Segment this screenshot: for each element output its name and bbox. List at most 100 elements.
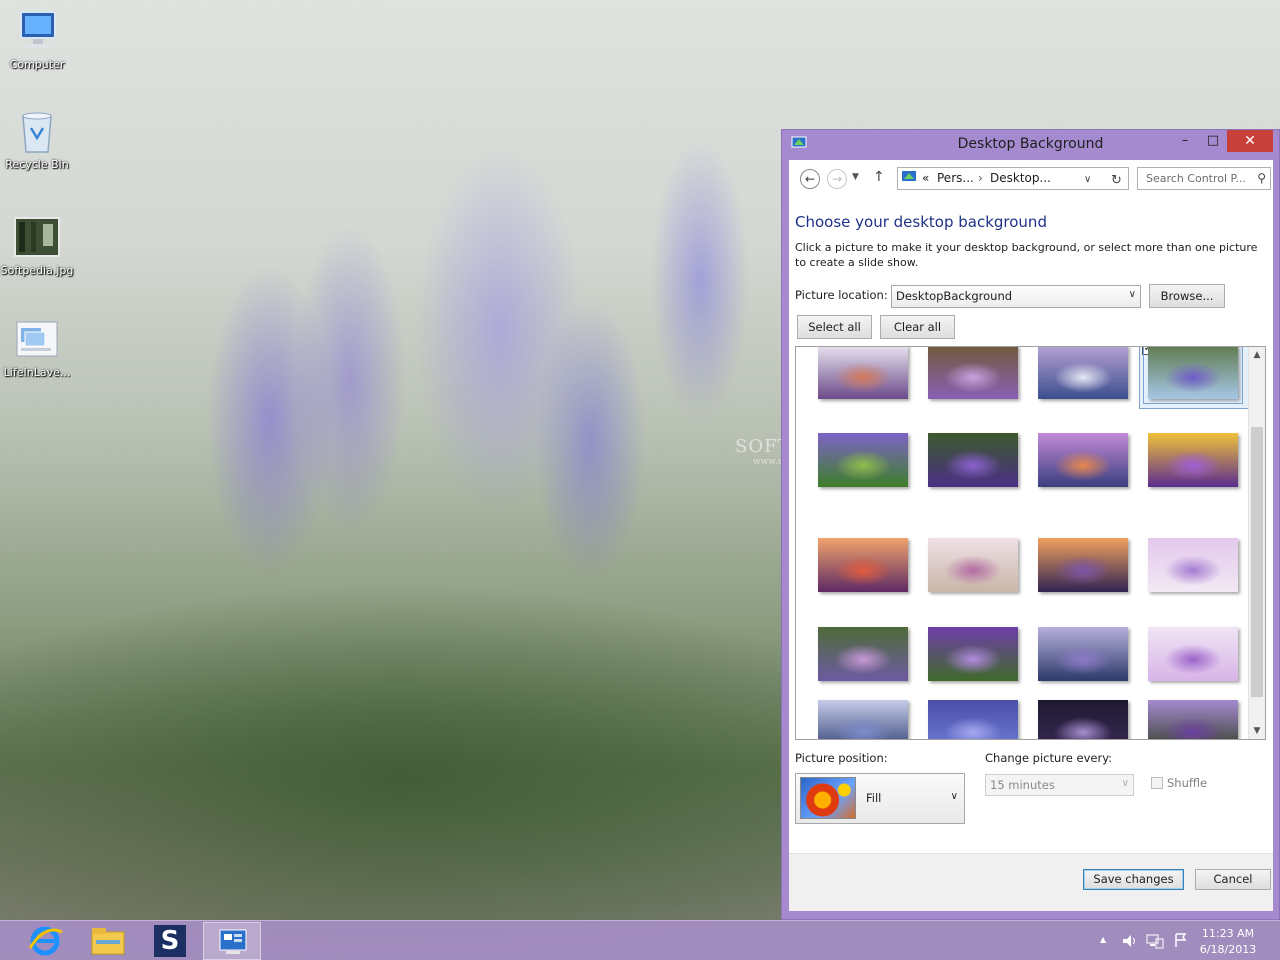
- desktop-icon-theme-file[interactable]: LifeInLave...: [0, 318, 74, 379]
- wallpaper-thumbnail[interactable]: [928, 627, 1018, 681]
- recent-locations-dropdown[interactable]: ▼: [852, 172, 859, 182]
- title-bar[interactable]: Desktop Background – □ ✕: [782, 130, 1279, 160]
- wallpaper-thumbnail[interactable]: [928, 347, 1018, 399]
- chevron-down-icon: ▼: [852, 172, 859, 182]
- network-icon[interactable]: [1146, 933, 1164, 952]
- wallpaper-thumbnail[interactable]: [1038, 433, 1128, 487]
- theme-file-icon: [13, 318, 61, 362]
- picture-position-label: Picture position:: [795, 751, 888, 765]
- internet-explorer-icon: [28, 926, 63, 956]
- address-overflow[interactable]: «: [922, 171, 929, 185]
- desktop-icon-softpedia-jpg[interactable]: Softpedia.jpg: [0, 216, 74, 277]
- desktop-icon-computer[interactable]: Computer: [0, 10, 74, 71]
- minimize-button[interactable]: –: [1171, 130, 1199, 152]
- chevron-down-icon: ∨: [1121, 778, 1129, 789]
- softpedia-icon: S: [154, 925, 186, 957]
- breadcrumb-personalization[interactable]: Pers...: [937, 171, 974, 185]
- wallpaper-thumbnail[interactable]: [1038, 627, 1128, 681]
- desktop-background-window: Desktop Background – □ ✕ ← → ▼ ↑ « Pers.…: [781, 129, 1280, 920]
- desktop-icon-recycle-bin[interactable]: Recycle Bin: [0, 110, 74, 171]
- arrow-right-icon: →: [831, 172, 843, 186]
- browse-button[interactable]: Browse...: [1149, 284, 1225, 308]
- window-client-area: ← → ▼ ↑ « Pers... › Desktop... ∨ ↻ Searc…: [789, 160, 1273, 911]
- chevron-down-icon: ∨: [1084, 174, 1092, 185]
- shuffle-label: Shuffle: [1167, 776, 1208, 790]
- taskbar-control-panel[interactable]: [203, 922, 261, 960]
- image-file-icon: [13, 216, 61, 260]
- wallpaper-thumbnail[interactable]: [1148, 627, 1238, 681]
- file-explorer-icon: [91, 928, 125, 955]
- gallery-scrollbar[interactable]: ▲ ▼: [1248, 347, 1265, 739]
- cancel-button[interactable]: Cancel: [1195, 869, 1271, 890]
- select-all-button[interactable]: Select all: [797, 315, 872, 339]
- change-picture-label: Change picture every:: [985, 751, 1113, 765]
- taskbar: S ▲ 11:23 AM 6/18/2013: [0, 920, 1280, 960]
- control-panel-small-icon: [901, 170, 917, 187]
- wallpaper-thumbnail[interactable]: [928, 538, 1018, 592]
- back-button[interactable]: ←: [800, 169, 820, 189]
- computer-icon: [13, 10, 61, 54]
- arrow-up-icon: ↑: [873, 169, 885, 185]
- volume-icon[interactable]: [1121, 933, 1137, 952]
- wallpaper-thumbnail[interactable]: [928, 700, 1018, 739]
- wallpaper-thumbnail[interactable]: [1038, 538, 1128, 592]
- taskbar-softpedia[interactable]: S: [141, 922, 199, 960]
- scroll-down-icon[interactable]: ▼: [1249, 723, 1265, 739]
- wallpaper-thumbnail[interactable]: [818, 538, 908, 592]
- wallpaper-thumbnail[interactable]: [1038, 700, 1128, 739]
- wallpaper-thumbnail[interactable]: [818, 700, 908, 739]
- picture-position-value: Fill: [866, 791, 882, 805]
- maximize-button[interactable]: □: [1199, 130, 1227, 152]
- page-title: Choose your desktop background: [795, 213, 1047, 231]
- wallpaper-thumbnail[interactable]: [1148, 538, 1238, 592]
- wallpaper-thumbnail[interactable]: [1143, 347, 1243, 404]
- wallpaper-thumbnail[interactable]: [1038, 347, 1128, 399]
- scroll-up-icon[interactable]: ▲: [1249, 347, 1265, 363]
- chevron-down-icon: ∨: [1128, 289, 1136, 300]
- picture-location-select[interactable]: DesktopBackground ∨: [891, 285, 1141, 308]
- taskbar-internet-explorer[interactable]: [16, 922, 74, 960]
- wallpaper-thumbnail[interactable]: [928, 433, 1018, 487]
- wallpaper-thumbnail[interactable]: [1148, 433, 1238, 487]
- change-interval-value: 15 minutes: [990, 778, 1055, 792]
- taskbar-file-explorer[interactable]: [79, 922, 137, 960]
- picture-location-label: Picture location:: [795, 288, 888, 302]
- breadcrumb-desktop-background[interactable]: Desktop...: [990, 171, 1051, 185]
- desktop-icon-label: LifeInLave...: [3, 366, 71, 379]
- clock-date[interactable]: 6/18/2013: [1196, 943, 1260, 956]
- change-interval-select[interactable]: 15 minutes ∨: [985, 774, 1134, 796]
- save-changes-button[interactable]: Save changes: [1083, 869, 1184, 890]
- picture-gallery: ✓ ▲ ▼: [795, 346, 1266, 740]
- clear-all-button[interactable]: Clear all: [880, 315, 955, 339]
- dialog-footer: Save changes Cancel: [789, 853, 1273, 911]
- forward-button[interactable]: →: [827, 169, 847, 189]
- clock-time[interactable]: 11:23 AM: [1196, 927, 1260, 940]
- scrollbar-thumb[interactable]: [1251, 427, 1263, 697]
- breadcrumb-separator: ›: [978, 171, 983, 185]
- navigation-bar: ← → ▼ ↑ « Pers... › Desktop... ∨ ↻ Searc…: [789, 160, 1273, 196]
- picture-position-preview: [800, 777, 856, 819]
- action-center-icon[interactable]: [1173, 932, 1189, 951]
- shuffle-checkbox[interactable]: Shuffle: [1151, 776, 1207, 790]
- picture-position-select[interactable]: Fill ∨: [795, 773, 965, 824]
- refresh-icon: ↻: [1111, 173, 1122, 188]
- wallpaper-thumbnail[interactable]: [818, 627, 908, 681]
- close-button[interactable]: ✕: [1227, 130, 1273, 152]
- wallpaper-thumbnail[interactable]: [818, 347, 908, 399]
- address-bar[interactable]: « Pers... › Desktop... ∨ ↻: [897, 167, 1129, 190]
- wallpaper-thumbnail[interactable]: [818, 433, 908, 487]
- desktop-icon-label: Recycle Bin: [5, 158, 69, 171]
- arrow-left-icon: ←: [804, 172, 816, 186]
- recycle-bin-icon: [13, 110, 61, 154]
- control-panel-icon: [219, 929, 247, 954]
- up-button[interactable]: ↑: [873, 169, 885, 185]
- show-hidden-icons-button[interactable]: ▲: [1100, 935, 1106, 944]
- search-icon: ⚲: [1257, 171, 1266, 185]
- desktop-icon-label: Computer: [9, 58, 65, 71]
- desktop-icon-label: Softpedia.jpg: [0, 264, 74, 277]
- picture-location-value: DesktopBackground: [896, 289, 1013, 303]
- checkbox-box: [1151, 777, 1163, 789]
- wallpaper-thumbnail[interactable]: [1148, 700, 1238, 739]
- search-input[interactable]: Search Control P... ⚲: [1137, 167, 1271, 190]
- page-description: Click a picture to make it your desktop …: [795, 241, 1258, 269]
